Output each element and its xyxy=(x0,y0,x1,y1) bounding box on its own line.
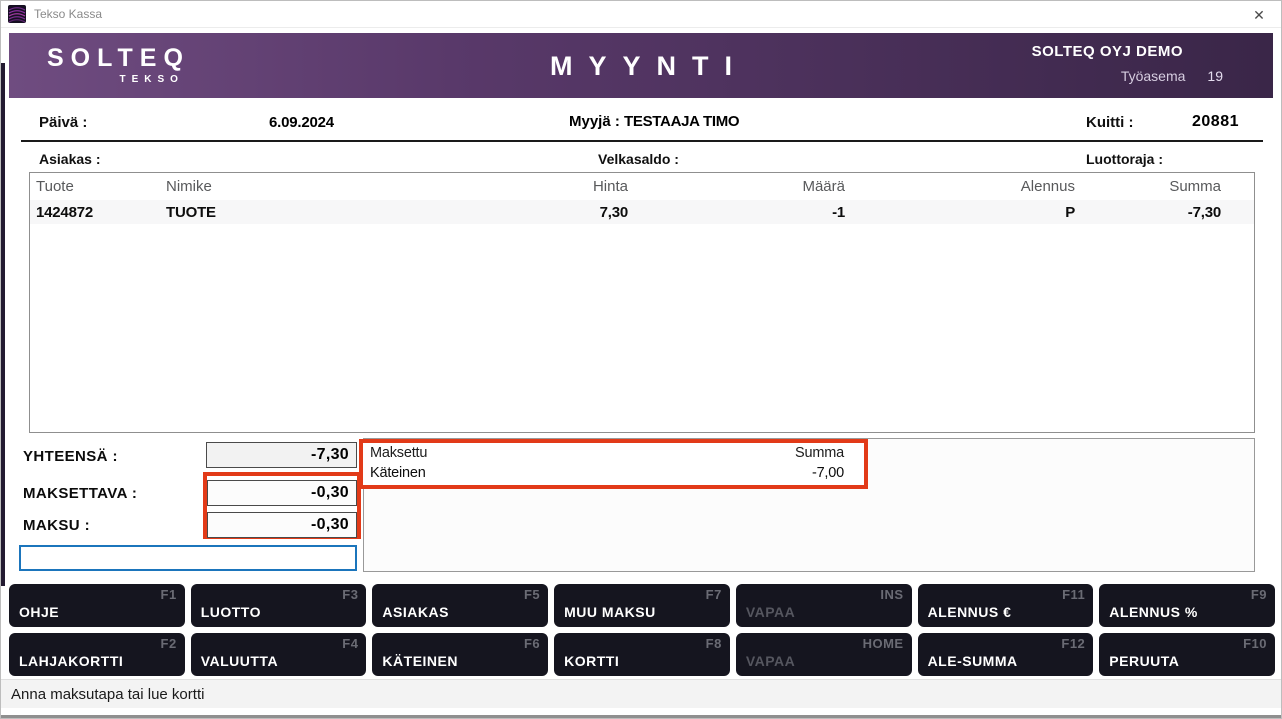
paid-header: Maksettu xyxy=(370,443,427,463)
item-name: TUOTE xyxy=(166,204,486,221)
app-icon xyxy=(8,5,26,23)
credit-limit-label: Luottoraja : xyxy=(1086,151,1163,167)
asiakas-button[interactable]: ASIAKAS F5 xyxy=(372,584,548,627)
cashier-group: Myyjä : TESTAAJA TIMO xyxy=(569,113,739,130)
f12-key-hint: F12 xyxy=(1061,636,1085,651)
totals-highlight-frame: -0,30 -0,30 xyxy=(203,472,361,539)
items-table: Tuote Nimike Hinta Määrä Alennus Summa 1… xyxy=(29,172,1255,433)
status-message: Anna maksutapa tai lue kortti xyxy=(11,686,204,703)
col-hinta: Hinta xyxy=(486,178,628,195)
app-window: Tekso Kassa ✕ SOLTEQ TEKSO MYYNTI SOLTEQ… xyxy=(0,0,1282,719)
alennus-percent-button[interactable]: ALENNUS % F9 xyxy=(1099,584,1275,627)
muu-maksu-button[interactable]: MUU MAKSU F7 xyxy=(554,584,730,627)
item-quantity: -1 xyxy=(628,204,845,221)
lahjakortti-button[interactable]: LAHJAKORTTI F2 xyxy=(9,633,185,676)
f5-key-hint: F5 xyxy=(524,587,540,602)
item-sum: -7,30 xyxy=(1075,204,1221,221)
f10-key-hint: F10 xyxy=(1243,636,1267,651)
payments-highlight-frame: Maksettu Summa Käteinen -7,00 xyxy=(359,439,868,489)
items-table-header: Tuote Nimike Hinta Määrä Alennus Summa xyxy=(30,173,1254,200)
payment-amount: -7,00 xyxy=(812,463,844,483)
payment-row: Käteinen -7,00 xyxy=(363,463,864,483)
customer-label: Asiakas : xyxy=(39,151,100,167)
sum-header: Summa xyxy=(795,443,844,463)
cashier-label: Myyjä : xyxy=(569,113,620,130)
balance-label: Velkasaldo : xyxy=(598,151,679,167)
ins-key-hint: INS xyxy=(880,587,903,602)
app-header: SOLTEQ TEKSO MYYNTI SOLTEQ OYJ DEMO Työa… xyxy=(9,33,1273,98)
close-icon[interactable]: ✕ xyxy=(1249,5,1269,25)
luotto-button[interactable]: LUOTTO F3 xyxy=(191,584,367,627)
company-name: SOLTEQ OYJ DEMO xyxy=(1032,43,1273,60)
peruuta-button[interactable]: PERUUTA F10 xyxy=(1099,633,1275,676)
f3-key-hint: F3 xyxy=(342,587,358,602)
window-title: Tekso Kassa xyxy=(34,7,102,21)
item-product-code: 1424872 xyxy=(36,204,166,221)
alennus-euro-button[interactable]: ALENNUS € F11 xyxy=(918,584,1094,627)
function-button-grid: OHJE F1 LUOTTO F3 ASIAKAS F5 MUU MAKSU F… xyxy=(9,584,1275,676)
col-summa: Summa xyxy=(1075,178,1221,195)
window-bottom-edge xyxy=(1,715,1281,718)
vapaa-ins-button: VAPAA INS xyxy=(736,584,912,627)
vapaa-home-button: VAPAA HOME xyxy=(736,633,912,676)
total-value-box: -7,30 xyxy=(206,442,357,468)
header-divider xyxy=(21,140,1263,142)
payable-value-box: -0,30 xyxy=(207,480,357,506)
total-label: YHTEENSÄ : xyxy=(23,448,118,465)
status-bar: Anna maksutapa tai lue kortti xyxy=(1,679,1281,709)
f1-key-hint: F1 xyxy=(161,587,177,602)
workstation-label: Työasema xyxy=(1121,68,1186,84)
ohje-button[interactable]: OHJE F1 xyxy=(9,584,185,627)
store-info: SOLTEQ OYJ DEMO Työasema 19 xyxy=(1032,43,1273,84)
payment-label: MAKSU : xyxy=(23,517,90,534)
col-tuote: Tuote xyxy=(36,178,166,195)
cashier-name: TESTAAJA TIMO xyxy=(624,113,739,130)
home-key-hint: HOME xyxy=(863,636,904,651)
f4-key-hint: F4 xyxy=(342,636,358,651)
col-nimike: Nimike xyxy=(166,178,486,195)
payment-value-box: -0,30 xyxy=(207,512,357,538)
receipt-number: 20881 xyxy=(1192,113,1239,131)
receipt-label: Kuitti : xyxy=(1086,114,1133,131)
kortti-button[interactable]: KORTTI F8 xyxy=(554,633,730,676)
date-value: 6.09.2024 xyxy=(269,114,334,131)
payment-entry-input[interactable] xyxy=(19,545,357,571)
kateinen-button[interactable]: KÄTEINEN F6 xyxy=(372,633,548,676)
item-price: 7,30 xyxy=(486,204,628,221)
payment-method: Käteinen xyxy=(370,463,426,483)
workstation-info: Työasema 19 xyxy=(1032,68,1273,84)
payments-header-row: Maksettu Summa xyxy=(363,443,864,463)
f2-key-hint: F2 xyxy=(161,636,177,651)
f9-key-hint: F9 xyxy=(1251,587,1267,602)
title-bar: Tekso Kassa ✕ xyxy=(1,1,1281,28)
background-window-sliver xyxy=(1,63,5,586)
col-alennus: Alennus xyxy=(845,178,1075,195)
f8-key-hint: F8 xyxy=(706,636,722,651)
f7-key-hint: F7 xyxy=(706,587,722,602)
item-discount: P xyxy=(845,204,1075,221)
valuutta-button[interactable]: VALUUTTA F4 xyxy=(191,633,367,676)
f6-key-hint: F6 xyxy=(524,636,540,651)
workstation-number: 19 xyxy=(1207,68,1223,84)
ale-summa-button[interactable]: ALE-SUMMA F12 xyxy=(918,633,1094,676)
f11-key-hint: F11 xyxy=(1062,587,1085,602)
date-label: Päivä : xyxy=(39,114,87,131)
payable-label: MAKSETTAVA : xyxy=(23,485,137,502)
table-row[interactable]: 1424872 TUOTE 7,30 -1 P -7,30 xyxy=(30,200,1254,224)
col-maara: Määrä xyxy=(628,178,845,195)
